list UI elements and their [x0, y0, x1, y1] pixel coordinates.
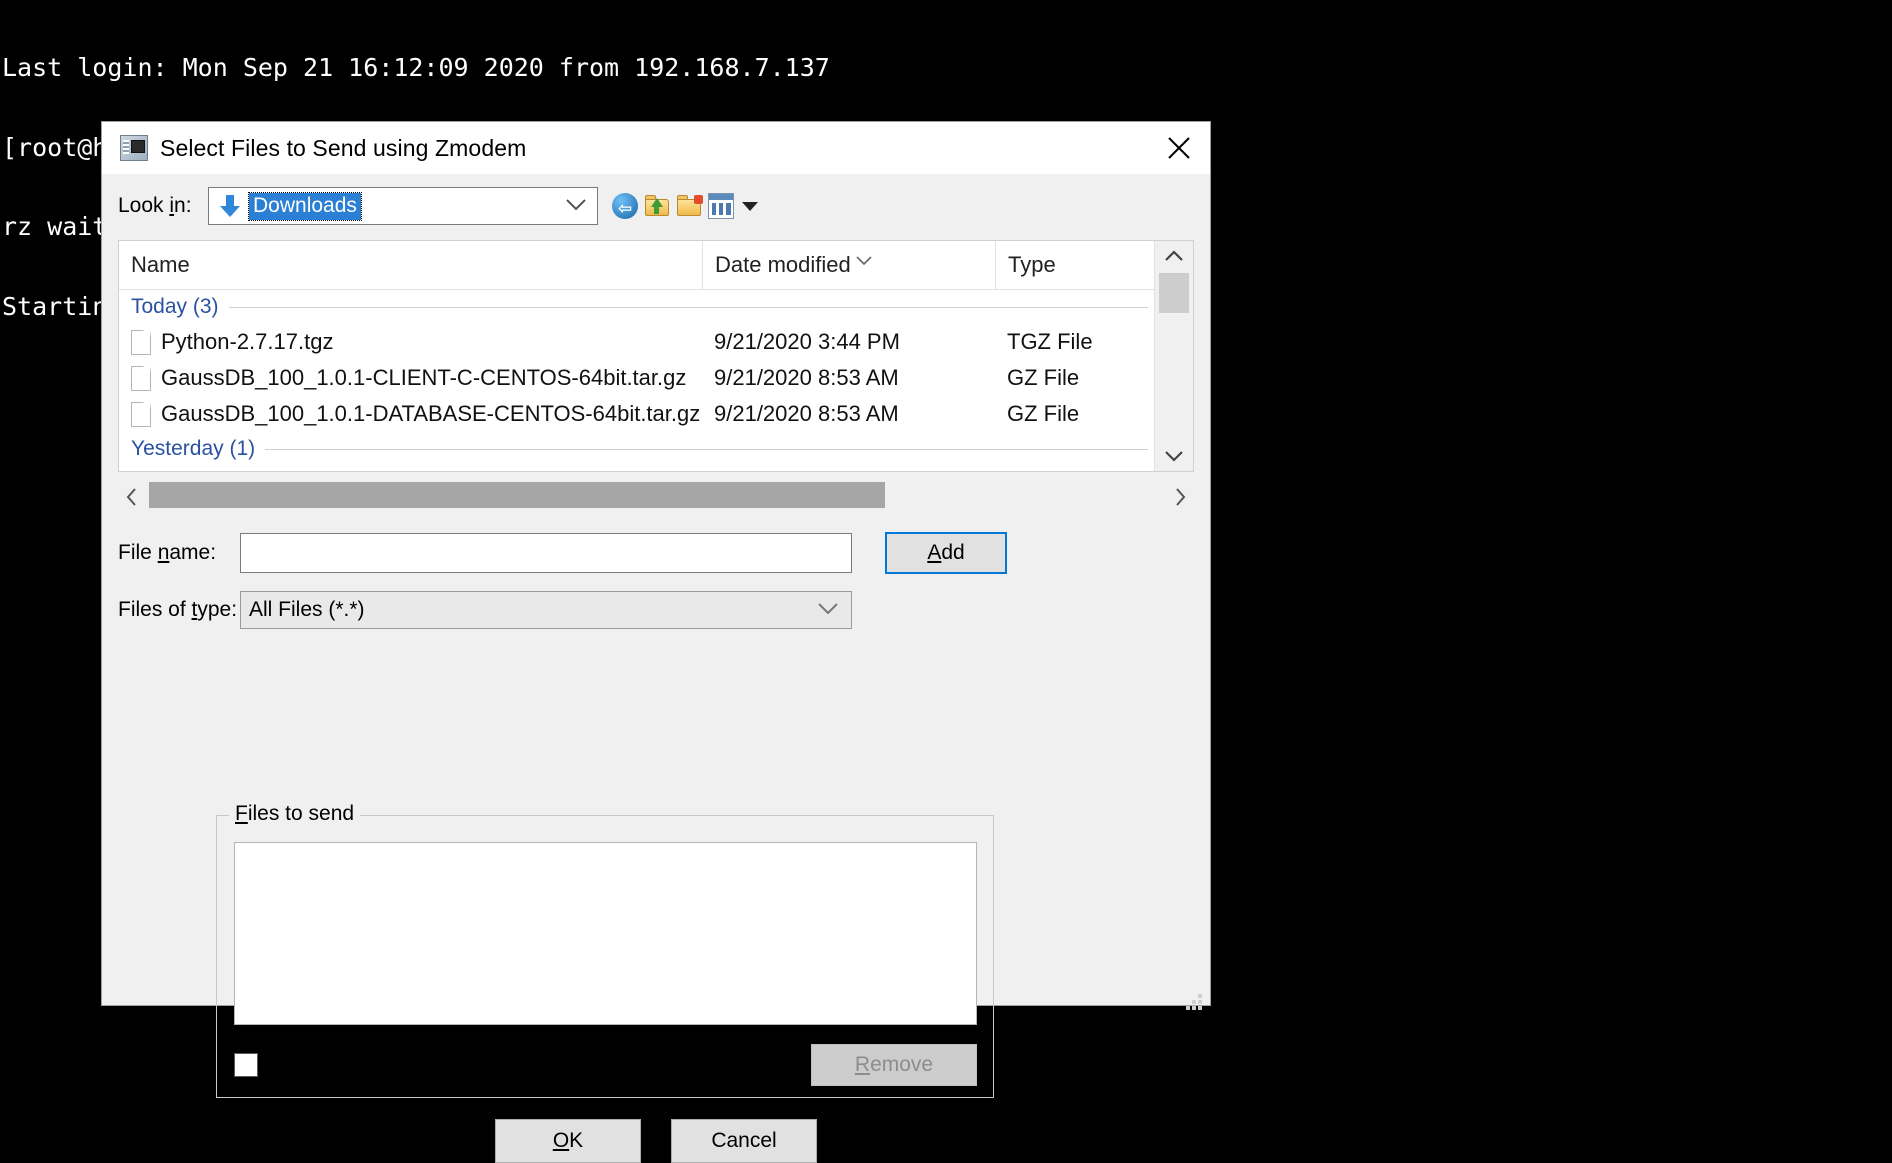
filetype-value: All Files (*.*)	[249, 598, 365, 621]
up-one-level-icon[interactable]	[644, 193, 670, 219]
file-icon	[131, 329, 151, 355]
file-name: Python-2.7.17.tgz	[161, 329, 334, 354]
horizontal-scrollbar-track[interactable]	[146, 482, 1166, 512]
filetype-label: Files of type:	[118, 598, 238, 621]
scroll-right-icon[interactable]	[1166, 487, 1194, 507]
table-row[interactable]: Python-2.7.17.tgz 9/21/2020 3:44 PM TGZ …	[119, 324, 1154, 360]
file-name: GaussDB_100_1.0.1-DATABASE-CENTOS-64bit.…	[161, 401, 701, 426]
dialog-body: Look in: Downloads ⇦ Name Date modified …	[102, 184, 1210, 1163]
chevron-down-icon	[565, 194, 587, 218]
files-to-send-list[interactable]	[234, 842, 977, 1025]
group-header-today[interactable]: Today (3)	[119, 290, 1154, 324]
file-type: GZ File	[1007, 365, 1080, 390]
file-date: 9/21/2020 8:53 AM	[714, 401, 899, 426]
views-caret-icon[interactable]	[742, 201, 758, 211]
dialog-title: Select Files to Send using Zmodem	[160, 134, 527, 161]
app-icon	[120, 135, 148, 161]
filetype-select[interactable]: All Files (*.*)	[240, 591, 852, 629]
column-header-name[interactable]: Name	[119, 241, 702, 289]
filename-input[interactable]	[240, 533, 852, 573]
cancel-button[interactable]: Cancel	[671, 1119, 817, 1163]
zmodem-file-dialog: Select Files to Send using Zmodem Look i…	[101, 121, 1211, 1163]
filetype-row: Files of type: All Files (*.*)	[118, 591, 1210, 629]
new-folder-icon[interactable]	[676, 193, 703, 219]
file-date: 9/21/2020 8:53 AM	[714, 365, 899, 390]
vertical-scrollbar[interactable]	[1154, 241, 1193, 471]
terminal-line: Last login: Mon Sep 21 16:12:09 2020 fro…	[2, 53, 830, 82]
lookin-value: Downloads	[248, 191, 362, 221]
group-divider	[265, 448, 1148, 450]
dialog-titlebar: Select Files to Send using Zmodem	[102, 122, 1210, 174]
column-header-type[interactable]: Type	[995, 241, 1154, 289]
scroll-down-icon[interactable]	[1155, 441, 1193, 471]
file-list: Name Date modified Type Today (3) Python…	[118, 240, 1194, 472]
filename-label: File name:	[118, 541, 217, 564]
scroll-left-icon[interactable]	[118, 487, 146, 507]
files-to-send-group: Files to send Upload files as ASCII Remo…	[216, 802, 994, 1098]
downloads-folder-icon	[217, 193, 243, 219]
file-icon	[131, 365, 151, 391]
scroll-up-icon[interactable]	[1155, 241, 1193, 271]
files-to-send-legend: Files to send	[229, 802, 361, 826]
horizontal-scrollbar-thumb[interactable]	[149, 482, 885, 508]
views-icon[interactable]	[708, 193, 734, 219]
table-row[interactable]: GaussDB_100_1.0.1-CLIENT-C-CENTOS-64bit.…	[119, 360, 1154, 396]
group-divider	[228, 306, 1148, 308]
ascii-checkbox-row[interactable]: Upload files as ASCII	[234, 1053, 461, 1077]
group-header-yesterday[interactable]: Yesterday (1)	[119, 432, 1154, 466]
vertical-scrollbar-thumb[interactable]	[1159, 273, 1189, 313]
ascii-checkbox-label: Upload files as ASCII	[264, 1053, 462, 1076]
back-icon[interactable]: ⇦	[612, 193, 638, 219]
horizontal-scrollbar[interactable]	[118, 482, 1194, 512]
file-type: TGZ File	[1007, 329, 1093, 354]
table-row[interactable]: GaussDB_100_1.0.1-DATABASE-CENTOS-64bit.…	[119, 396, 1154, 432]
files-to-send-actions: Upload files as ASCII Remove	[234, 1044, 977, 1086]
file-icon	[131, 401, 151, 427]
file-date: 9/21/2020 3:44 PM	[714, 329, 900, 354]
file-list-main: Name Date modified Type Today (3) Python…	[119, 241, 1154, 471]
file-name: GaussDB_100_1.0.1-CLIENT-C-CENTOS-64bit.…	[161, 365, 687, 390]
close-icon[interactable]	[1148, 122, 1210, 174]
column-header-date-modified[interactable]: Date modified	[702, 241, 995, 289]
file-list-header: Name Date modified Type	[119, 241, 1154, 290]
lookin-row: Look in: Downloads ⇦	[102, 184, 1210, 228]
remove-button: Remove	[811, 1044, 977, 1086]
lookin-label: Look in:	[118, 194, 192, 217]
sort-descending-icon	[855, 247, 873, 273]
lookin-combobox[interactable]: Downloads	[208, 187, 598, 225]
chevron-down-icon	[817, 598, 839, 622]
resize-grip[interactable]	[1184, 992, 1204, 1012]
ok-button[interactable]: OK	[495, 1119, 641, 1163]
file-type: GZ File	[1007, 401, 1080, 426]
dialog-footer: OK Cancel	[102, 1119, 1210, 1163]
dialog-toolbar: ⇦	[612, 193, 758, 219]
add-button[interactable]: Add	[885, 532, 1007, 574]
ascii-checkbox[interactable]	[234, 1053, 258, 1077]
filename-row: File name: Add	[118, 532, 1210, 574]
